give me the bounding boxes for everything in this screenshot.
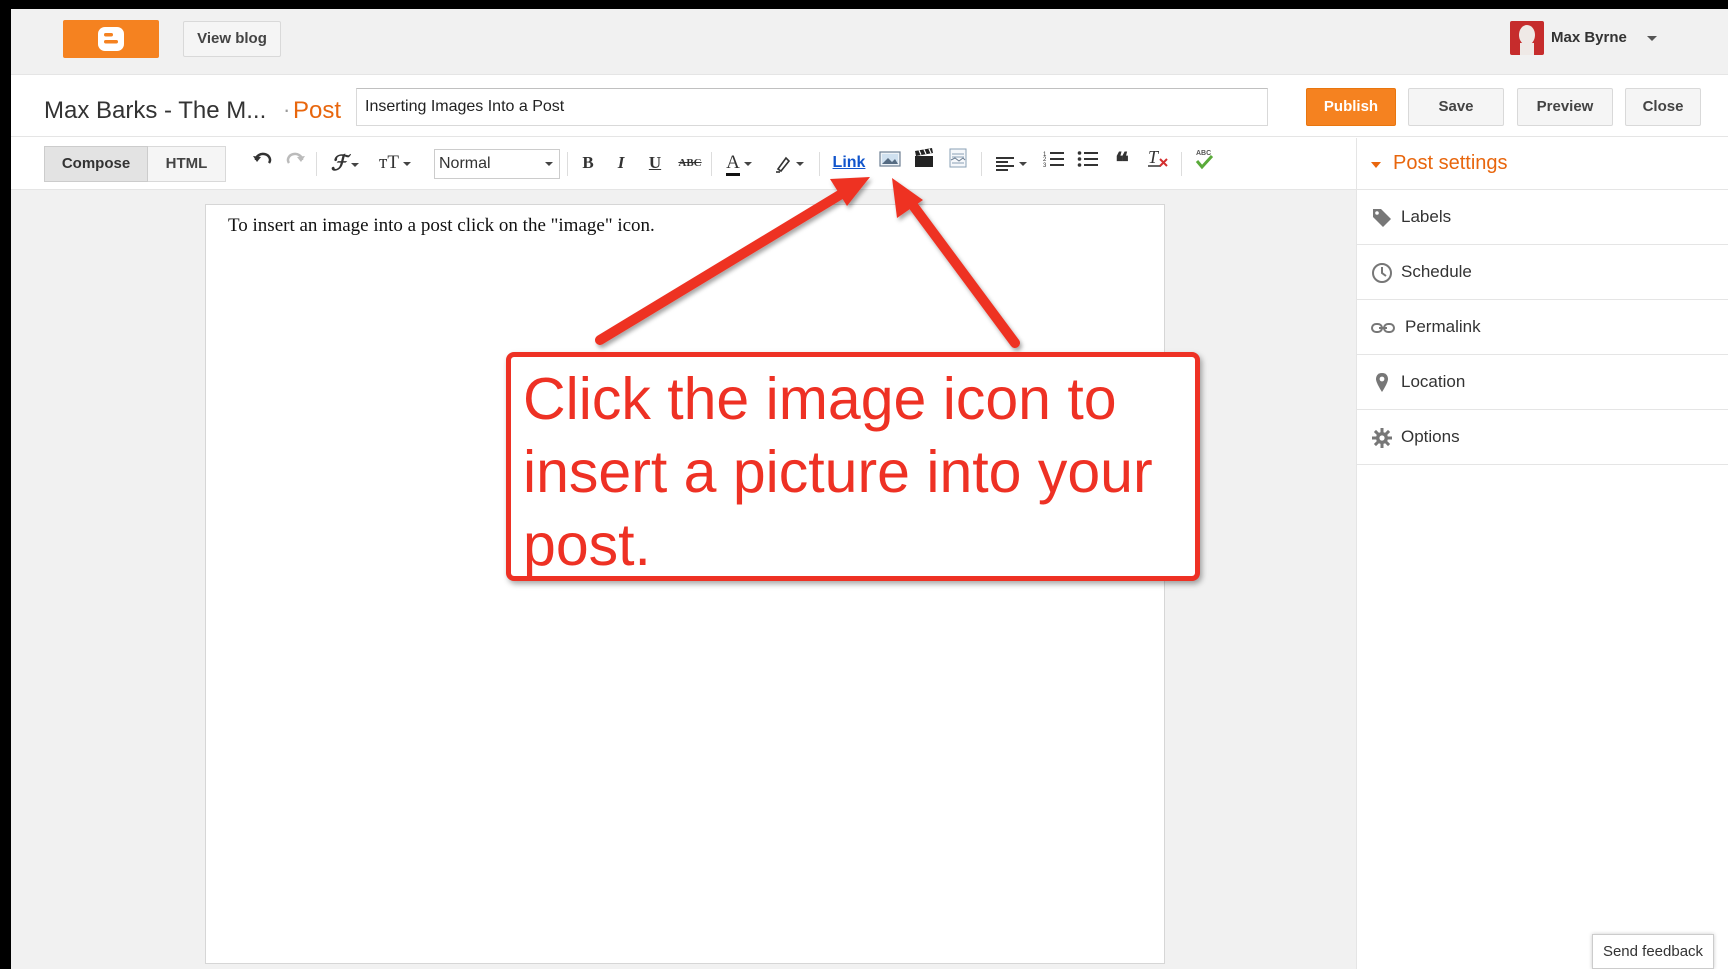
sidebar-item-label: Options xyxy=(1401,427,1460,446)
toolbar-divider xyxy=(819,152,820,176)
annotation-callout: Click the image icon to insert a picture… xyxy=(506,352,1200,581)
sidebar-item-location[interactable]: Location xyxy=(1357,355,1728,410)
close-button[interactable]: Close xyxy=(1625,88,1701,126)
avatar[interactable] xyxy=(1510,21,1544,55)
tab-compose[interactable]: Compose xyxy=(44,146,148,182)
strikethrough-button[interactable]: ABC xyxy=(675,148,705,178)
format-select-value: Normal xyxy=(439,155,491,172)
highlighter-icon xyxy=(776,156,791,173)
video-icon[interactable] xyxy=(911,148,937,178)
format-select[interactable]: Normal xyxy=(434,149,560,179)
blogger-b-icon xyxy=(98,27,124,51)
post-settings-title: Post settings xyxy=(1393,152,1508,174)
link-icon xyxy=(1371,317,1395,339)
quote-icon[interactable]: ❝ xyxy=(1109,148,1135,178)
jump-break-icon[interactable] xyxy=(945,148,971,178)
pin-icon xyxy=(1371,372,1393,394)
svg-text:T: T xyxy=(1148,148,1160,167)
user-name[interactable]: Max Byrne xyxy=(1551,29,1627,46)
text-color-icon: A xyxy=(726,153,740,176)
callout-text: Click the image icon to insert a picture… xyxy=(523,366,1153,578)
preview-button[interactable]: Preview xyxy=(1517,88,1613,126)
editor-toolbar: Compose HTML ℱ ᴛT Normal B I U ABC A Lin… xyxy=(11,138,1356,190)
svg-text:3: 3 xyxy=(1043,163,1047,168)
chevron-down-icon[interactable] xyxy=(1647,36,1657,41)
sidebar-item-label: Schedule xyxy=(1401,262,1472,281)
toolbar-divider xyxy=(316,152,317,176)
chevron-down-icon xyxy=(545,162,553,166)
align-icon[interactable] xyxy=(991,148,1031,178)
image-icon[interactable] xyxy=(877,148,903,178)
user-avatar-icon xyxy=(1510,21,1544,55)
remove-formatting-icon[interactable]: T xyxy=(1145,147,1171,178)
sidebar-item-labels[interactable]: Labels xyxy=(1357,190,1728,245)
tag-icon xyxy=(1371,207,1393,229)
numbered-list-icon[interactable]: 123 xyxy=(1041,148,1067,178)
post-settings-header[interactable]: Post settings xyxy=(1357,138,1728,190)
caret-down-icon xyxy=(1371,162,1381,168)
tab-html[interactable]: HTML xyxy=(148,146,226,182)
blog-name[interactable]: Max Barks - The M... xyxy=(44,97,266,125)
undo-icon[interactable] xyxy=(251,148,275,178)
gear-icon xyxy=(1371,427,1393,449)
post-body-text[interactable]: To insert an image into a post click on … xyxy=(228,215,655,237)
toolbar-divider xyxy=(711,152,712,176)
underline-button[interactable]: U xyxy=(643,148,667,178)
bullet-list-icon[interactable] xyxy=(1075,148,1101,178)
view-blog-button[interactable]: View blog xyxy=(183,21,281,57)
top-bar: View blog Max Byrne xyxy=(11,9,1728,75)
sidebar-item-options[interactable]: Options xyxy=(1357,410,1728,465)
section-label: Post xyxy=(293,97,342,124)
save-button[interactable]: Save xyxy=(1408,88,1504,126)
sidebar-item-label: Location xyxy=(1401,372,1466,391)
italic-button[interactable]: I xyxy=(609,148,633,178)
redo-icon[interactable] xyxy=(283,148,307,178)
send-feedback-button[interactable]: Send feedback xyxy=(1592,934,1714,969)
svg-text:ABC: ABC xyxy=(1196,150,1211,157)
toolbar-divider xyxy=(567,152,568,176)
toolbar-divider xyxy=(1181,152,1182,176)
spellcheck-icon[interactable]: ABC xyxy=(1191,148,1217,178)
publish-button[interactable]: Publish xyxy=(1306,88,1396,126)
font-size-icon[interactable]: ᴛT xyxy=(373,148,417,178)
post-title-input[interactable] xyxy=(356,88,1268,126)
font-family-icon[interactable]: ℱ xyxy=(326,148,364,178)
sidebar-item-label: Permalink xyxy=(1405,317,1481,336)
link-button[interactable]: Link xyxy=(829,148,869,178)
toolbar-divider xyxy=(981,152,982,176)
sidebar-item-permalink[interactable]: Permalink xyxy=(1357,300,1728,355)
post-body-editor[interactable]: To insert an image into a post click on … xyxy=(205,204,1165,964)
clock-icon xyxy=(1371,262,1393,284)
highlight-color-button[interactable] xyxy=(769,148,809,178)
blogger-logo[interactable] xyxy=(63,20,159,58)
post-title-row: Max Barks - The M... · Post Publish Save… xyxy=(11,75,1728,137)
breadcrumb-separator: · xyxy=(283,97,291,122)
sidebar-item-label: Labels xyxy=(1401,207,1452,226)
post-settings-sidebar: Post settings Labels Schedule Permalink … xyxy=(1356,138,1728,969)
bold-button[interactable]: B xyxy=(576,148,600,178)
sidebar-item-schedule[interactable]: Schedule xyxy=(1357,245,1728,300)
text-color-button[interactable]: A xyxy=(719,148,759,178)
